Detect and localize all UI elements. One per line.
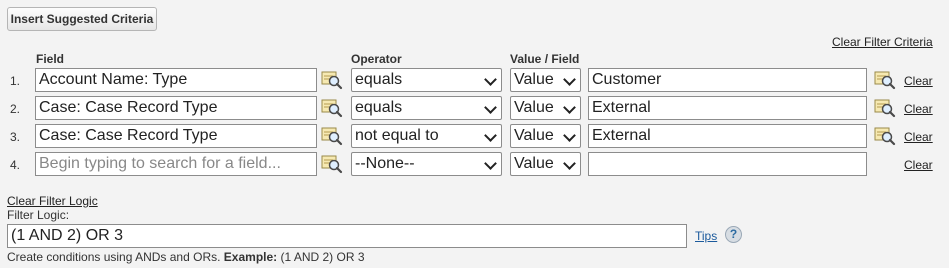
- insert-suggested-criteria-button[interactable]: Insert Suggested Criteria: [7, 7, 157, 31]
- field-lookup-icon[interactable]: [321, 126, 343, 146]
- chevron-down-icon: [563, 101, 576, 114]
- value-type-select-value: Value: [514, 127, 554, 144]
- filter-logic-input[interactable]: (1 AND 2) OR 3: [7, 224, 687, 248]
- field-input[interactable]: Case: Case Record Type: [35, 124, 317, 148]
- clear-row-link[interactable]: Clear: [904, 130, 933, 144]
- value-lookup-icon[interactable]: [874, 70, 896, 90]
- filter-logic-hint-example: (1 AND 2) OR 3: [280, 250, 365, 264]
- value-input[interactable]: External: [588, 96, 867, 120]
- clear-filter-logic-link[interactable]: Clear Filter Logic: [7, 194, 98, 208]
- chevron-down-icon: [563, 73, 576, 86]
- value-type-select[interactable]: Value: [510, 152, 581, 176]
- value-type-select-value: Value: [514, 99, 554, 116]
- row-number: 4.: [10, 158, 21, 172]
- value-lookup-icon[interactable]: [874, 126, 896, 146]
- field-lookup-icon[interactable]: [321, 154, 343, 174]
- chevron-down-icon: [484, 157, 497, 170]
- clear-row-link[interactable]: Clear: [904, 74, 933, 88]
- clear-filter-criteria-link[interactable]: Clear Filter Criteria: [832, 35, 933, 49]
- value-type-select-value: Value: [514, 155, 554, 172]
- value-type-select-value: Value: [514, 71, 554, 88]
- chevron-down-icon: [484, 101, 497, 114]
- value-input[interactable]: External: [588, 124, 867, 148]
- operator-select-value: equals: [355, 71, 403, 88]
- value-input[interactable]: [588, 152, 867, 176]
- field-lookup-icon[interactable]: [321, 98, 343, 118]
- chevron-down-icon: [484, 73, 497, 86]
- row-number: 3.: [10, 130, 21, 144]
- value-type-select[interactable]: Value: [510, 68, 581, 92]
- operator-select-value: not equal to: [355, 127, 439, 144]
- value-lookup-icon[interactable]: [874, 98, 896, 118]
- field-lookup-icon[interactable]: [321, 70, 343, 90]
- chevron-down-icon: [563, 129, 576, 142]
- field-header: Field: [36, 52, 65, 66]
- value-type-select[interactable]: Value: [510, 96, 581, 120]
- operator-select[interactable]: --None--: [351, 152, 502, 176]
- field-input[interactable]: Case: Case Record Type: [35, 96, 317, 120]
- row-number: 2.: [10, 102, 21, 116]
- filter-logic-hint: Create conditions using ANDs and ORs. Ex…: [7, 250, 365, 264]
- value-field-header: Value / Field: [510, 52, 580, 66]
- value-input[interactable]: Customer: [588, 68, 867, 92]
- field-input[interactable]: Begin typing to search for a field...: [35, 152, 317, 176]
- value-type-select[interactable]: Value: [510, 124, 581, 148]
- operator-header: Operator: [351, 52, 402, 66]
- clear-row-link[interactable]: Clear: [904, 158, 933, 172]
- operator-select-value: equals: [355, 99, 403, 116]
- help-icon[interactable]: ?: [725, 226, 742, 243]
- row-number: 1.: [10, 74, 21, 88]
- field-input[interactable]: Account Name: Type: [35, 68, 317, 92]
- chevron-down-icon: [563, 157, 576, 170]
- operator-select-value: --None--: [355, 155, 415, 172]
- filter-logic-hint-example-label: Example:: [223, 250, 278, 264]
- operator-select[interactable]: equals: [351, 68, 502, 92]
- filter-logic-label: Filter Logic:: [7, 208, 70, 222]
- filter-logic-hint-text: Create conditions using ANDs and ORs.: [7, 250, 221, 264]
- tips-link[interactable]: Tips: [695, 229, 717, 243]
- clear-row-link[interactable]: Clear: [904, 102, 933, 116]
- chevron-down-icon: [484, 129, 497, 142]
- operator-select[interactable]: not equal to: [351, 124, 502, 148]
- operator-select[interactable]: equals: [351, 96, 502, 120]
